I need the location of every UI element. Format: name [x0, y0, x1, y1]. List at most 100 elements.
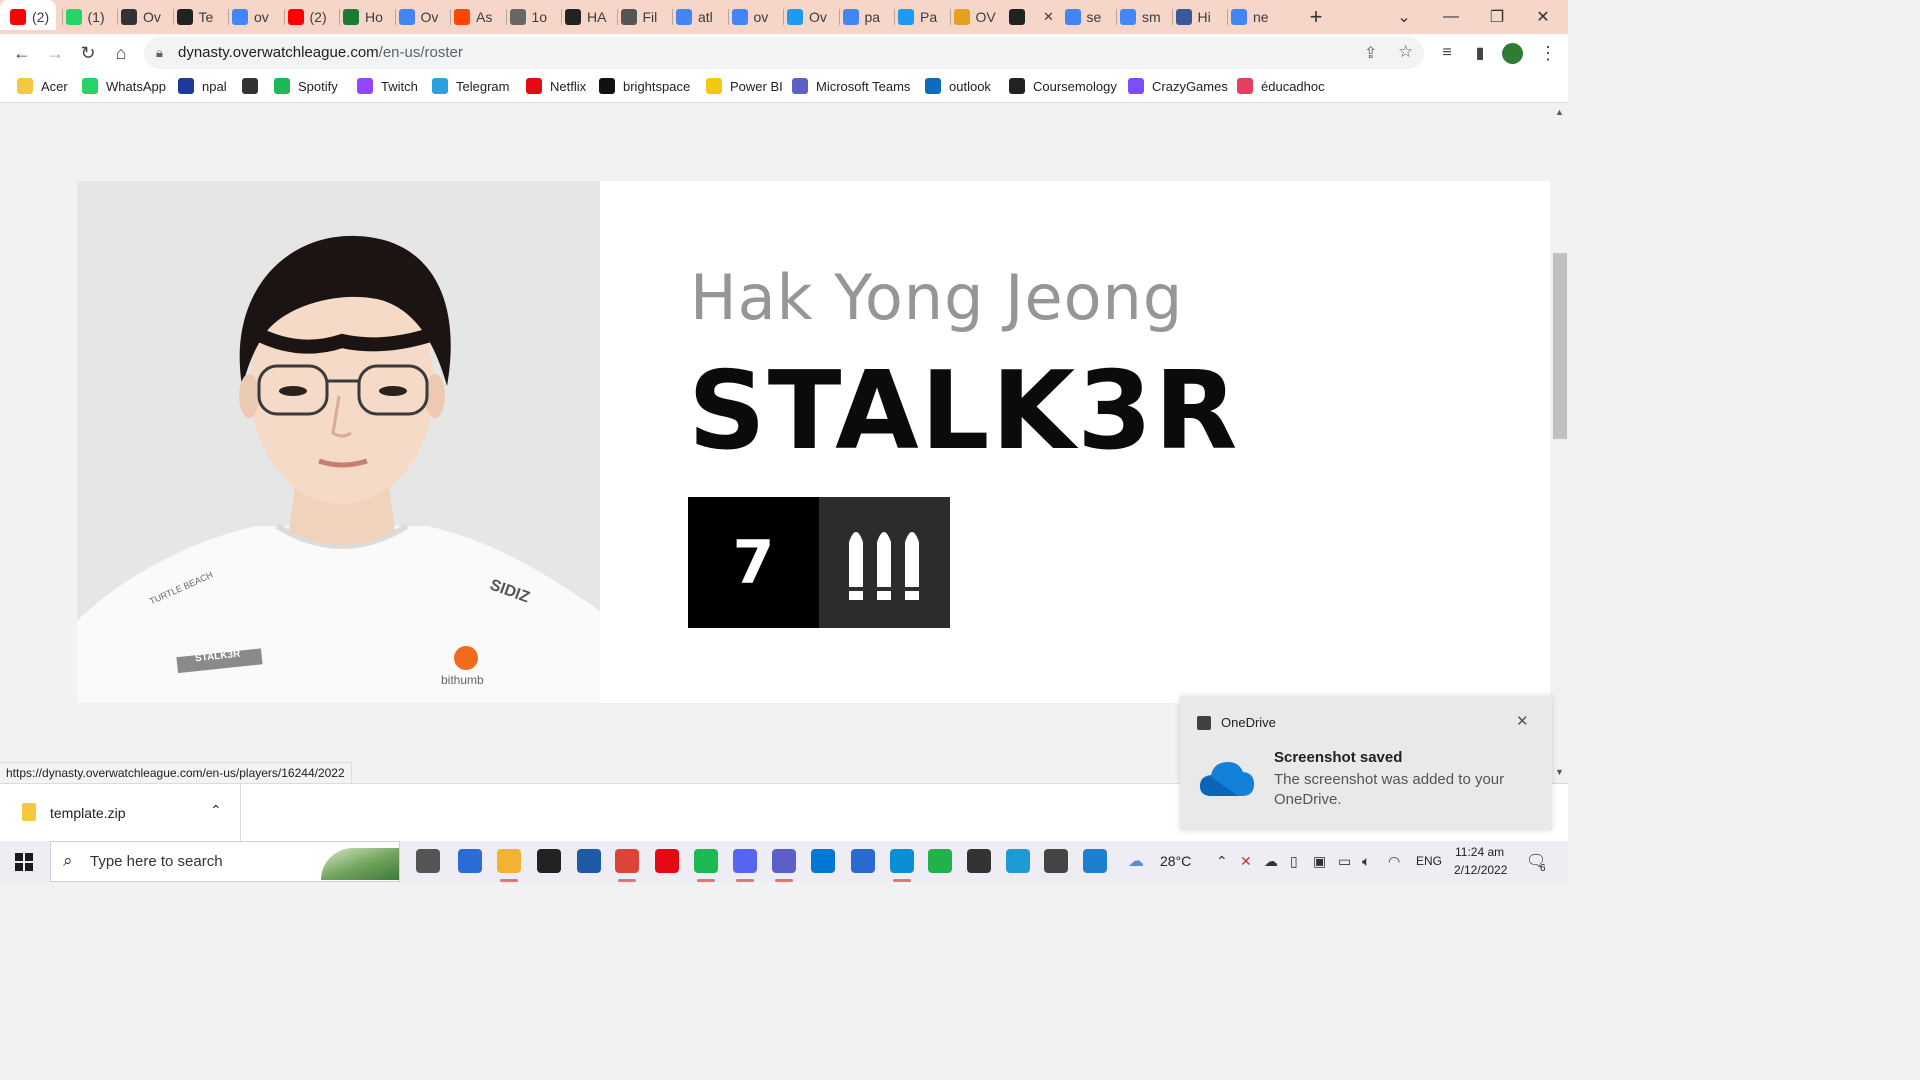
- tray-display-icon[interactable]: ▣: [1313, 853, 1326, 870]
- browser-tab[interactable]: As: [454, 4, 502, 30]
- maya-icon[interactable]: [1006, 849, 1030, 873]
- browser-tab[interactable]: (2): [287, 4, 336, 30]
- address-bar[interactable]: 🔒︎ dynasty.overwatchleague.com/en-us/ros…: [144, 37, 1424, 69]
- browser-tab[interactable]: Pa: [898, 4, 946, 30]
- vscode-icon[interactable]: [811, 849, 835, 873]
- restore-button[interactable]: ❐: [1474, 0, 1520, 34]
- bookmark-item[interactable]: éducadhoc: [1237, 78, 1325, 94]
- weather-icon[interactable]: ☁: [1128, 851, 1144, 871]
- bookmark-item[interactable]: npal: [178, 78, 227, 94]
- profile-avatar[interactable]: [1502, 43, 1523, 64]
- player-card[interactable]: STALK3R SIDIZ bithumb TURTLE BEACH Hak Y…: [77, 181, 1550, 703]
- minimize-button[interactable]: —: [1428, 0, 1474, 34]
- new-tab-button[interactable]: +: [1303, 5, 1329, 29]
- unity-icon[interactable]: [967, 849, 991, 873]
- browser-tab[interactable]: se: [1064, 4, 1113, 30]
- reload-button[interactable]: ↻: [73, 38, 103, 68]
- whatsapp-icon: [82, 78, 98, 94]
- browser-tab[interactable]: Ho: [343, 4, 391, 30]
- onedrive-toast[interactable]: OneDrive ✕ Screenshot saved The screensh…: [1180, 696, 1552, 830]
- bookmark-item[interactable]: Telegram: [432, 78, 509, 94]
- volume-icon[interactable]: 🔈︎: [1362, 853, 1370, 870]
- scroll-down-arrow[interactable]: ▼: [1555, 767, 1564, 777]
- browser-tab[interactable]: sm: [1120, 4, 1168, 30]
- language-indicator[interactable]: ENG: [1416, 854, 1442, 868]
- chevron-up-icon[interactable]: ⌃: [210, 802, 222, 819]
- browser-tab[interactable]: Te: [176, 4, 225, 30]
- close-tab-icon[interactable]: ✕: [1043, 9, 1054, 25]
- netflix-icon[interactable]: [655, 849, 679, 873]
- browser-tab[interactable]: Ov: [121, 4, 169, 30]
- edge-dev-icon[interactable]: [1083, 849, 1107, 873]
- clock-time[interactable]: 11:24 am: [1455, 845, 1504, 859]
- side-panel-icon[interactable]: ▮: [1465, 38, 1495, 68]
- file-explorer-icon[interactable]: [497, 849, 521, 873]
- browser-tab[interactable]: ov: [731, 4, 780, 30]
- edge-icon[interactable]: [890, 849, 914, 873]
- browser-tab[interactable]: 1o: [509, 4, 558, 30]
- unity-hub-icon[interactable]: [1044, 849, 1068, 873]
- browser-tab[interactable]: pa: [842, 4, 891, 30]
- browser-tab[interactable]: ✕: [1009, 4, 1057, 30]
- bookmark-item[interactable]: Power BI: [706, 78, 783, 94]
- tray-device-icon[interactable]: ▯: [1290, 853, 1298, 870]
- task-view-icon[interactable]: [416, 849, 440, 873]
- scroll-up-arrow[interactable]: ▲: [1555, 107, 1564, 117]
- share-icon[interactable]: ⇪: [1364, 43, 1377, 63]
- windows-start-icon[interactable]: [15, 853, 33, 871]
- tray-chevron-icon[interactable]: ⌃: [1216, 853, 1228, 870]
- bookmark-item[interactable]: Twitch: [357, 78, 418, 94]
- browser-tab[interactable]: atl: [676, 4, 724, 30]
- toast-close-icon[interactable]: ✕: [1516, 712, 1529, 730]
- bookmark-item[interactable]: CrazyGames: [1128, 78, 1228, 94]
- bookmark-item[interactable]: Spotify: [274, 78, 338, 94]
- browser-tab[interactable]: ne: [1231, 4, 1279, 30]
- browser-tab[interactable]: (2): [10, 4, 58, 30]
- tab-title: Ov: [809, 9, 827, 25]
- browser-tab[interactable]: Fil: [620, 4, 669, 30]
- bookmark-item[interactable]: outlook: [925, 78, 991, 94]
- bookmark-item[interactable]: [242, 78, 266, 94]
- browser-tab[interactable]: Hi: [1175, 4, 1224, 30]
- back-button[interactable]: ←: [7, 38, 37, 68]
- tab-search-icon[interactable]: ⌄: [1381, 0, 1427, 34]
- browser-tab[interactable]: ov: [232, 4, 280, 30]
- taskbar-search-box[interactable]: ⌕ Type here to search: [50, 841, 400, 882]
- tray-cloud-icon[interactable]: ☁: [1264, 853, 1278, 870]
- teams-icon[interactable]: [772, 849, 796, 873]
- dropbox-icon[interactable]: [537, 849, 561, 873]
- clock-date[interactable]: 2/12/2022: [1454, 863, 1507, 877]
- pycharm-icon[interactable]: [928, 849, 952, 873]
- lock-icon[interactable]: 🔒︎: [156, 45, 163, 61]
- battery-icon[interactable]: ▭: [1338, 853, 1351, 870]
- chrome-icon[interactable]: [615, 849, 639, 873]
- browser-tab[interactable]: HA: [565, 4, 613, 30]
- browser-tab[interactable]: (1): [65, 4, 114, 30]
- download-item[interactable]: template.zip ⌃: [0, 784, 241, 842]
- menu-kebab-icon[interactable]: ⋮: [1533, 38, 1563, 68]
- wifi-icon[interactable]: ◠: [1388, 853, 1400, 870]
- bookmark-star-icon[interactable]: ☆: [1398, 42, 1413, 62]
- home-button[interactable]: ⌂: [106, 38, 136, 68]
- page-scrollbar[interactable]: ▲ ▼: [1552, 103, 1568, 783]
- close-window-button[interactable]: ✕: [1520, 0, 1566, 34]
- bookmark-item[interactable]: brightspace: [599, 78, 690, 94]
- discord-icon[interactable]: [733, 849, 757, 873]
- bookmark-item[interactable]: Coursemology: [1009, 78, 1117, 94]
- browser-tab[interactable]: Ov: [787, 4, 835, 30]
- tray-network-warning-icon[interactable]: ✕: [1240, 853, 1252, 870]
- app-icon[interactable]: [577, 849, 601, 873]
- bookmark-item[interactable]: Acer: [17, 78, 68, 94]
- bookmark-item[interactable]: Microsoft Teams: [792, 78, 910, 94]
- bookmark-item[interactable]: Netflix: [526, 78, 586, 94]
- forward-button[interactable]: →: [40, 38, 70, 68]
- browser-tab[interactable]: Ov: [398, 4, 447, 30]
- mail-icon[interactable]: [458, 849, 482, 873]
- spotify-icon[interactable]: [694, 849, 718, 873]
- weather-temp[interactable]: 28°C: [1160, 853, 1191, 869]
- photos-icon[interactable]: [851, 849, 875, 873]
- browser-tab[interactable]: OV: [953, 4, 1002, 30]
- media-control-icon[interactable]: ≡: [1432, 38, 1462, 68]
- scroll-thumb[interactable]: [1553, 253, 1567, 439]
- bookmark-item[interactable]: WhatsApp: [82, 78, 166, 94]
